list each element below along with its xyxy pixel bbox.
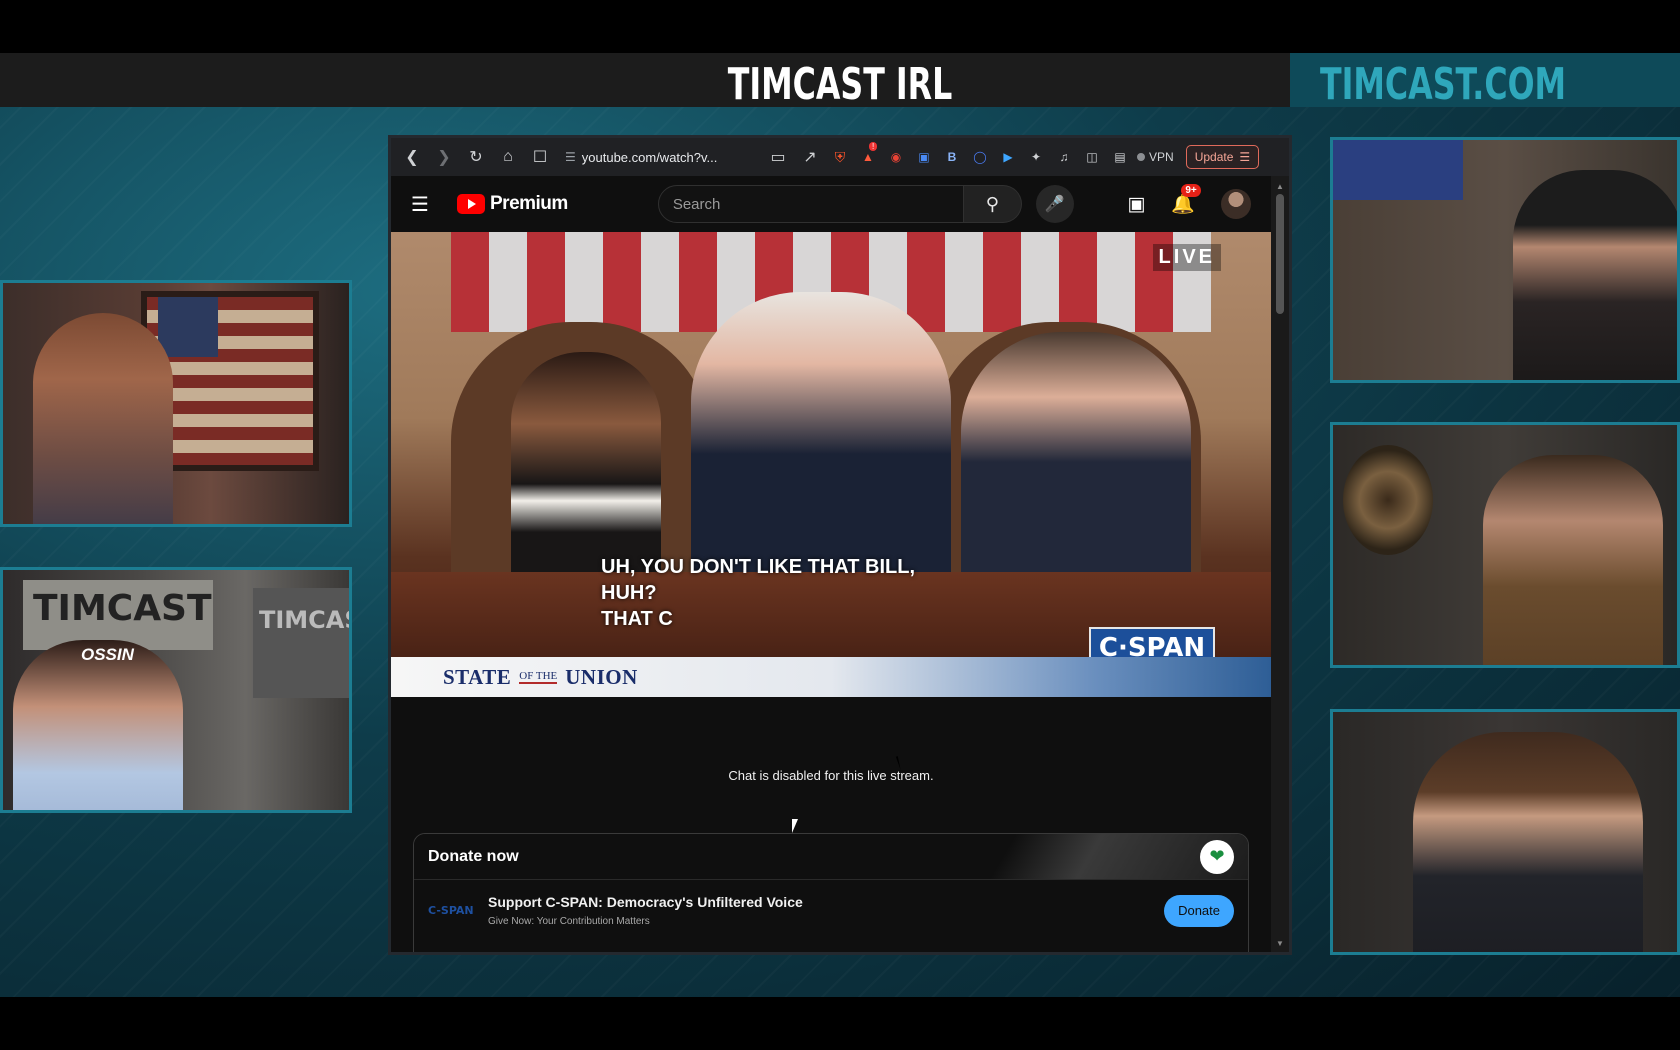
back-arrow-icon[interactable]: ❮ bbox=[399, 144, 425, 170]
chat-disabled-message: Chat is disabled for this live stream. bbox=[728, 768, 934, 783]
browser-toolbar: ❮ ❯ ↻ ⌂ ☐ ☰ youtube.com/watch?v... ▭ ↗ ⛨… bbox=[391, 138, 1289, 176]
search-icon[interactable]: ⚲ bbox=[963, 185, 1022, 223]
forward-arrow-icon[interactable]: ❯ bbox=[431, 144, 457, 170]
home-icon[interactable]: ⌂ bbox=[495, 144, 521, 170]
org-subtitle: Give Now: Your Contribution Matters bbox=[488, 916, 650, 927]
create-video-icon[interactable]: ▣ bbox=[1127, 193, 1145, 216]
youtube-play-icon bbox=[457, 194, 485, 214]
media-music-icon[interactable]: ♫ bbox=[1053, 146, 1075, 168]
extensions-puzzle-icon[interactable]: ✦ bbox=[1025, 146, 1047, 168]
lower-third-middle: OF THE bbox=[519, 670, 558, 684]
avatar[interactable] bbox=[1221, 189, 1251, 219]
vpn-button[interactable]: VPN bbox=[1137, 150, 1174, 164]
scroll-up-icon[interactable]: ▲ bbox=[1276, 182, 1284, 191]
chair-brand: OSSIN bbox=[81, 645, 134, 664]
camera-feed-host-1 bbox=[0, 280, 352, 527]
show-title: TIMCAST IRL bbox=[727, 59, 953, 110]
top-letterbox bbox=[0, 0, 1680, 53]
org-logo: C-SPAN bbox=[428, 904, 474, 917]
lower-third: STATE OF THE UNION bbox=[391, 657, 1271, 697]
notification-badge: 9+ bbox=[1181, 184, 1201, 197]
mouse-cursor-icon bbox=[792, 819, 804, 833]
flag-canton bbox=[158, 297, 218, 357]
org-name: Support C-SPAN: Democracy's Unfiltered V… bbox=[488, 894, 803, 910]
sidebar-toggle-icon[interactable]: ◫ bbox=[1081, 146, 1103, 168]
bottom-letterbox bbox=[0, 997, 1680, 1050]
share-icon[interactable]: ↗ bbox=[797, 144, 823, 170]
host-figure bbox=[33, 313, 173, 524]
page-scrollbar[interactable]: ▲ ▼ bbox=[1271, 176, 1289, 952]
donate-title: Donate now bbox=[428, 847, 519, 865]
donate-card: Donate now ❤ C-SPAN Support C-SPAN: Demo… bbox=[413, 833, 1249, 952]
hamburger-menu-icon[interactable]: ☰ bbox=[411, 192, 435, 217]
donate-row: C-SPAN Support C-SPAN: Democracy's Unfil… bbox=[414, 880, 1248, 941]
extension-play-icon[interactable]: ▶ bbox=[997, 146, 1019, 168]
menu-icon: ☰ bbox=[1239, 150, 1251, 164]
translate-icon[interactable]: ▣ bbox=[913, 146, 935, 168]
vpn-status-dot bbox=[1137, 153, 1145, 161]
header-actions: ▣ 🔔 9+ bbox=[1127, 184, 1251, 219]
site-settings-icon[interactable]: ☰ bbox=[565, 150, 576, 164]
person-right bbox=[961, 332, 1191, 592]
scroll-down-icon[interactable]: ▼ bbox=[1276, 939, 1284, 948]
address-bar[interactable]: ☰ youtube.com/watch?v... bbox=[559, 143, 759, 171]
update-button[interactable]: Update ☰ bbox=[1185, 145, 1260, 169]
video-player[interactable]: LIVE UH, YOU DON'T LIKE THAT BILL, HUH? … bbox=[391, 232, 1271, 697]
bookmark-icon[interactable]: ☐ bbox=[527, 144, 553, 170]
brave-shield-icon[interactable]: ⛨ bbox=[829, 146, 851, 168]
brave-rewards-icon[interactable]: ▲! bbox=[857, 142, 879, 168]
extension-icon-red[interactable]: ◉ bbox=[885, 146, 907, 168]
rewards-badge: ! bbox=[869, 142, 878, 151]
search-input[interactable] bbox=[657, 185, 964, 223]
url-text: youtube.com/watch?v... bbox=[581, 149, 718, 165]
show-website: TIMCAST.COM bbox=[1320, 59, 1567, 110]
wallet-icon[interactable]: ▤ bbox=[1109, 146, 1131, 168]
scroll-thumb[interactable] bbox=[1276, 194, 1284, 314]
notifications-bell-icon[interactable]: 🔔 9+ bbox=[1171, 184, 1201, 216]
camera-feed-host-3 bbox=[1330, 137, 1680, 383]
browser-window: ❮ ❯ ↻ ⌂ ☐ ☰ youtube.com/watch?v... ▭ ↗ ⛨… bbox=[388, 135, 1292, 955]
shield-icon[interactable]: ◯ bbox=[969, 146, 991, 168]
youtube-header: ☰ Premium ⚲ 🎤 ▣ 🔔 9+ bbox=[391, 176, 1271, 232]
host-figure bbox=[1413, 732, 1643, 952]
youtube-logo[interactable]: Premium bbox=[457, 193, 568, 215]
search-bar: ⚲ bbox=[657, 185, 1022, 223]
lower-third-left: STATE bbox=[443, 664, 512, 689]
host-figure bbox=[13, 640, 183, 810]
host-figure bbox=[1513, 170, 1677, 380]
vpn-label: VPN bbox=[1149, 150, 1174, 164]
broadcast-stage: TIMCAST IRL TIMCAST.COM TIMCAST TIMCAS O… bbox=[0, 53, 1680, 997]
donate-info: Support C-SPAN: Democracy's Unfiltered V… bbox=[488, 894, 803, 927]
update-label: Update bbox=[1194, 150, 1234, 164]
reload-icon[interactable]: ↻ bbox=[463, 144, 489, 170]
caption-line: UH, YOU DON'T LIKE THAT BILL, bbox=[601, 556, 916, 578]
camera-feed-host-4 bbox=[1330, 422, 1680, 668]
cast-icon[interactable]: ▭ bbox=[765, 144, 791, 170]
wall-art bbox=[1343, 445, 1433, 555]
wall-banner bbox=[1333, 140, 1463, 200]
lower-third-right: UNION bbox=[565, 664, 638, 689]
donate-button[interactable]: Donate bbox=[1164, 894, 1234, 927]
camera-feed-host-2: TIMCAST TIMCAS OSSIN bbox=[0, 567, 352, 813]
youtube-premium-label: Premium bbox=[490, 193, 568, 214]
heart-donate-icon: ❤ bbox=[1200, 839, 1234, 874]
wall-sign-2: TIMCAS bbox=[253, 588, 349, 698]
caption-line: THAT C bbox=[601, 608, 673, 630]
caption-line: HUH? bbox=[601, 582, 657, 604]
live-badge: LIVE bbox=[1152, 244, 1221, 271]
camera-feed-host-5 bbox=[1330, 709, 1680, 955]
extension-b-icon[interactable]: B bbox=[941, 146, 963, 168]
microphone-icon[interactable]: 🎤 bbox=[1035, 185, 1074, 223]
host-figure bbox=[1483, 455, 1663, 665]
donate-header: Donate now ❤ bbox=[414, 834, 1248, 880]
closed-captions: UH, YOU DON'T LIKE THAT BILL, HUH? THAT … bbox=[601, 554, 915, 632]
